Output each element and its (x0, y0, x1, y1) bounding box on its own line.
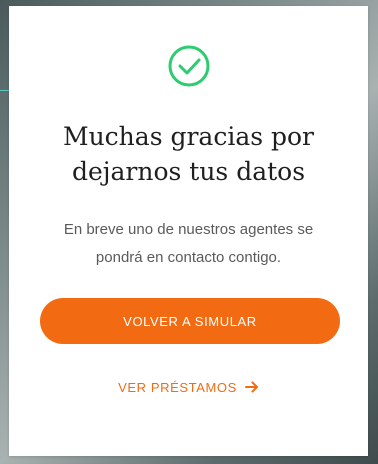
check-circle-icon (168, 45, 210, 87)
confirmation-modal: Muchas gracias por dejarnos tus datos En… (9, 6, 368, 456)
message-line-2: pondrá en contacto contigo. (95, 249, 282, 266)
modal-title: Muchas gracias por dejarnos tus datos (29, 119, 348, 189)
title-line-1: Muchas gracias por (62, 122, 315, 151)
view-loans-link[interactable]: VER PRÉSTAMOS (9, 380, 368, 395)
title-line-2: dejarnos tus datos (71, 157, 306, 186)
view-loans-label: VER PRÉSTAMOS (118, 380, 237, 395)
arrow-right-icon (244, 381, 258, 393)
message-line-1: En breve uno de nuestros agentes se (63, 221, 314, 238)
confirmation-message: En breve uno de nuestros agentes se pond… (37, 216, 340, 272)
simulate-again-button[interactable]: VOLVER A SIMULAR (40, 298, 340, 344)
